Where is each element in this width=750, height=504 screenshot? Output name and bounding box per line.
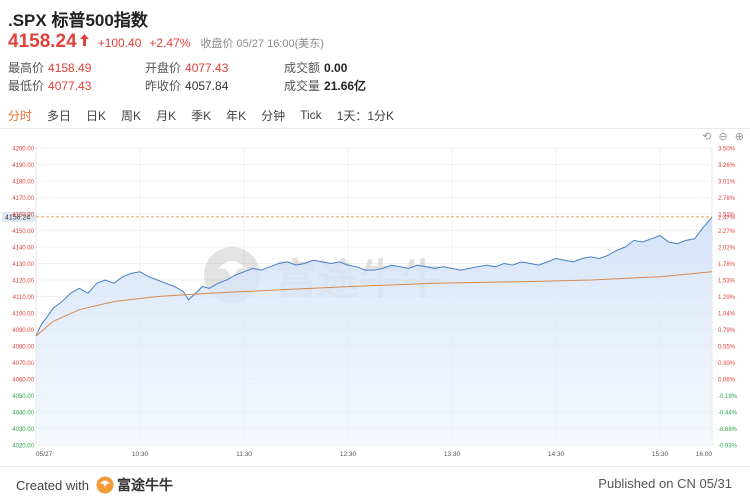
- x-tick-label: 10:30: [132, 451, 149, 458]
- brand-logo: 富途牛牛: [96, 475, 173, 495]
- pct-tick-label: -0.44%: [718, 411, 738, 417]
- created-with: Created with 富途牛牛: [16, 475, 173, 495]
- y-tick-label: 4040.00: [12, 411, 34, 417]
- y-tick-label: 4120.00: [12, 279, 34, 285]
- period-tabs: 分时 多日 日K 周K 月K 季K 年K 分钟 Tick 1天：1分K: [8, 106, 409, 124]
- pct-tick-label: 3.50%: [718, 147, 736, 153]
- price-change-pct: +2.47%: [149, 36, 191, 50]
- tab-tick[interactable]: Tick: [300, 108, 322, 122]
- pct-tick-label: 0.06%: [718, 378, 736, 384]
- intraday-chart[interactable]: 富途牛牛 4158.24 2.47% 4200.004190.004180.00…: [0, 140, 750, 465]
- y-tick-label: 4190.00: [12, 163, 34, 169]
- stat-label: 成交额: [284, 61, 321, 75]
- brand-name: 富途牛牛: [116, 477, 173, 493]
- pct-tick-label: 0.79%: [718, 328, 736, 334]
- y-axis-labels: 4200.00 4190.00 4180.00 4170.00 4160.00 4150.…: [12, 147, 34, 450]
- pct-tick-label: 1.78%: [718, 262, 736, 268]
- tab-minute[interactable]: 分钟: [261, 107, 285, 124]
- stat-label: 最高价: [8, 61, 45, 75]
- pct-axis-labels: 3.50% 3.26% 3.01% 2.76% 2.52% 2.27% 2.02% 1.78%…: [718, 147, 738, 450]
- price-row: 4158.24 +100.40 +2.47% 收盘价 05/27 16:00(美…: [8, 31, 324, 53]
- y-tick-label: 4130.00: [12, 262, 34, 268]
- stat-label: 开盘价: [145, 61, 182, 75]
- stat-low: 最低价 4077.43: [8, 77, 91, 94]
- created-with-text: Created with: [16, 477, 89, 493]
- tab-range-select[interactable]: 1天：1分K: [337, 107, 394, 124]
- y-tick-label: 4180.00: [12, 180, 34, 186]
- pct-tick-label: 1.29%: [718, 295, 736, 301]
- stat-label: 最低价: [8, 79, 45, 93]
- pct-tick-label: 2.27%: [718, 229, 736, 235]
- y-tick-label: 4030.00: [12, 427, 34, 433]
- stat-label: 昨收价: [145, 79, 182, 93]
- stat-prev-close: 昨收价 4057.84: [145, 77, 228, 94]
- tabs-divider: [0, 128, 750, 129]
- price-area: [36, 217, 712, 445]
- x-tick-label: 14:30: [548, 451, 565, 458]
- footer-divider: [0, 466, 750, 467]
- futu-logo-icon: [96, 476, 114, 494]
- x-tick-label: 15:30: [652, 451, 669, 458]
- tab-quarterly-k[interactable]: 季K: [191, 107, 211, 124]
- y-tick-label: 4070.00: [12, 361, 34, 367]
- y-tick-label: 4200.00: [12, 147, 34, 153]
- x-tick-label: 12:30: [340, 451, 357, 458]
- tab-multi-day[interactable]: 多日: [47, 107, 71, 124]
- pct-tick-label: 2.52%: [718, 213, 736, 219]
- published-date: Published on CN 05/31: [598, 476, 732, 491]
- tab-intraday[interactable]: 分时: [8, 107, 32, 124]
- y-tick-label: 4170.00: [12, 196, 34, 202]
- y-tick-label: 4050.00: [12, 394, 34, 400]
- close-info: 收盘价 05/27 16:00(美东): [200, 38, 324, 50]
- stat-volume: 成交量 21.66亿: [284, 77, 366, 94]
- tab-yearly-k[interactable]: 年K: [226, 107, 246, 124]
- pct-tick-label: 3.01%: [718, 180, 736, 186]
- stat-amount: 成交额 0.00: [284, 59, 347, 76]
- y-tick-label: 4110.00: [13, 295, 35, 301]
- header-title: .SPX 标普500指数: [8, 11, 148, 30]
- price-change: +100.40: [97, 36, 142, 50]
- x-tick-label: 16:00: [696, 451, 713, 458]
- stat-value: 21.66亿: [324, 79, 367, 93]
- y-tick-label: 4060.00: [12, 378, 34, 384]
- tab-daily-k[interactable]: 日K: [86, 107, 106, 124]
- y-tick-label: 4150.00: [12, 229, 34, 235]
- x-tick-label: 13:30: [444, 451, 461, 458]
- y-tick-label: 4090.00: [12, 328, 34, 334]
- stat-high: 最高价 4158.49: [8, 59, 91, 76]
- x-axis-labels: 05/27 10:30 11:30 12:30 13:30 14:30 15:30 16:00: [36, 451, 712, 458]
- y-tick-label: 4080.00: [12, 345, 34, 351]
- pct-tick-label: 1.04%: [718, 312, 736, 318]
- tab-monthly-k[interactable]: 月K: [156, 107, 176, 124]
- pct-tick-label: -0.19%: [718, 394, 738, 400]
- x-tick-label: 11:30: [236, 451, 252, 458]
- stat-label: 成交量: [284, 79, 321, 93]
- pct-tick-label: -0.68%: [718, 427, 738, 433]
- pct-tick-label: 3.26%: [718, 163, 736, 169]
- pct-tick-label: 2.02%: [718, 246, 736, 252]
- x-tick-label: 05/27: [36, 451, 53, 458]
- current-price: 4158.24: [8, 31, 77, 52]
- stat-value: 4077.43: [185, 61, 229, 75]
- pct-tick-label: 0.55%: [718, 345, 736, 351]
- y-tick-label: 4160.00: [12, 213, 34, 219]
- pct-tick-label: -0.93%: [718, 444, 738, 450]
- y-tick-label: 4100.00: [12, 312, 34, 318]
- y-tick-label: 4140.00: [12, 246, 34, 252]
- pct-tick-label: 1.53%: [718, 279, 736, 285]
- stat-value: 4077.43: [48, 79, 92, 93]
- stat-value: 4057.84: [185, 79, 229, 93]
- stat-open: 开盘价 4077.43: [145, 59, 228, 76]
- pct-tick-label: 0.30%: [718, 361, 736, 367]
- y-tick-label: 4020.00: [12, 444, 34, 450]
- arrow-up-icon: [79, 33, 90, 52]
- stat-value: 4158.49: [48, 61, 92, 75]
- stat-value: 0.00: [324, 61, 348, 75]
- pct-tick-label: 2.76%: [718, 196, 736, 202]
- tab-weekly-k[interactable]: 周K: [121, 107, 141, 124]
